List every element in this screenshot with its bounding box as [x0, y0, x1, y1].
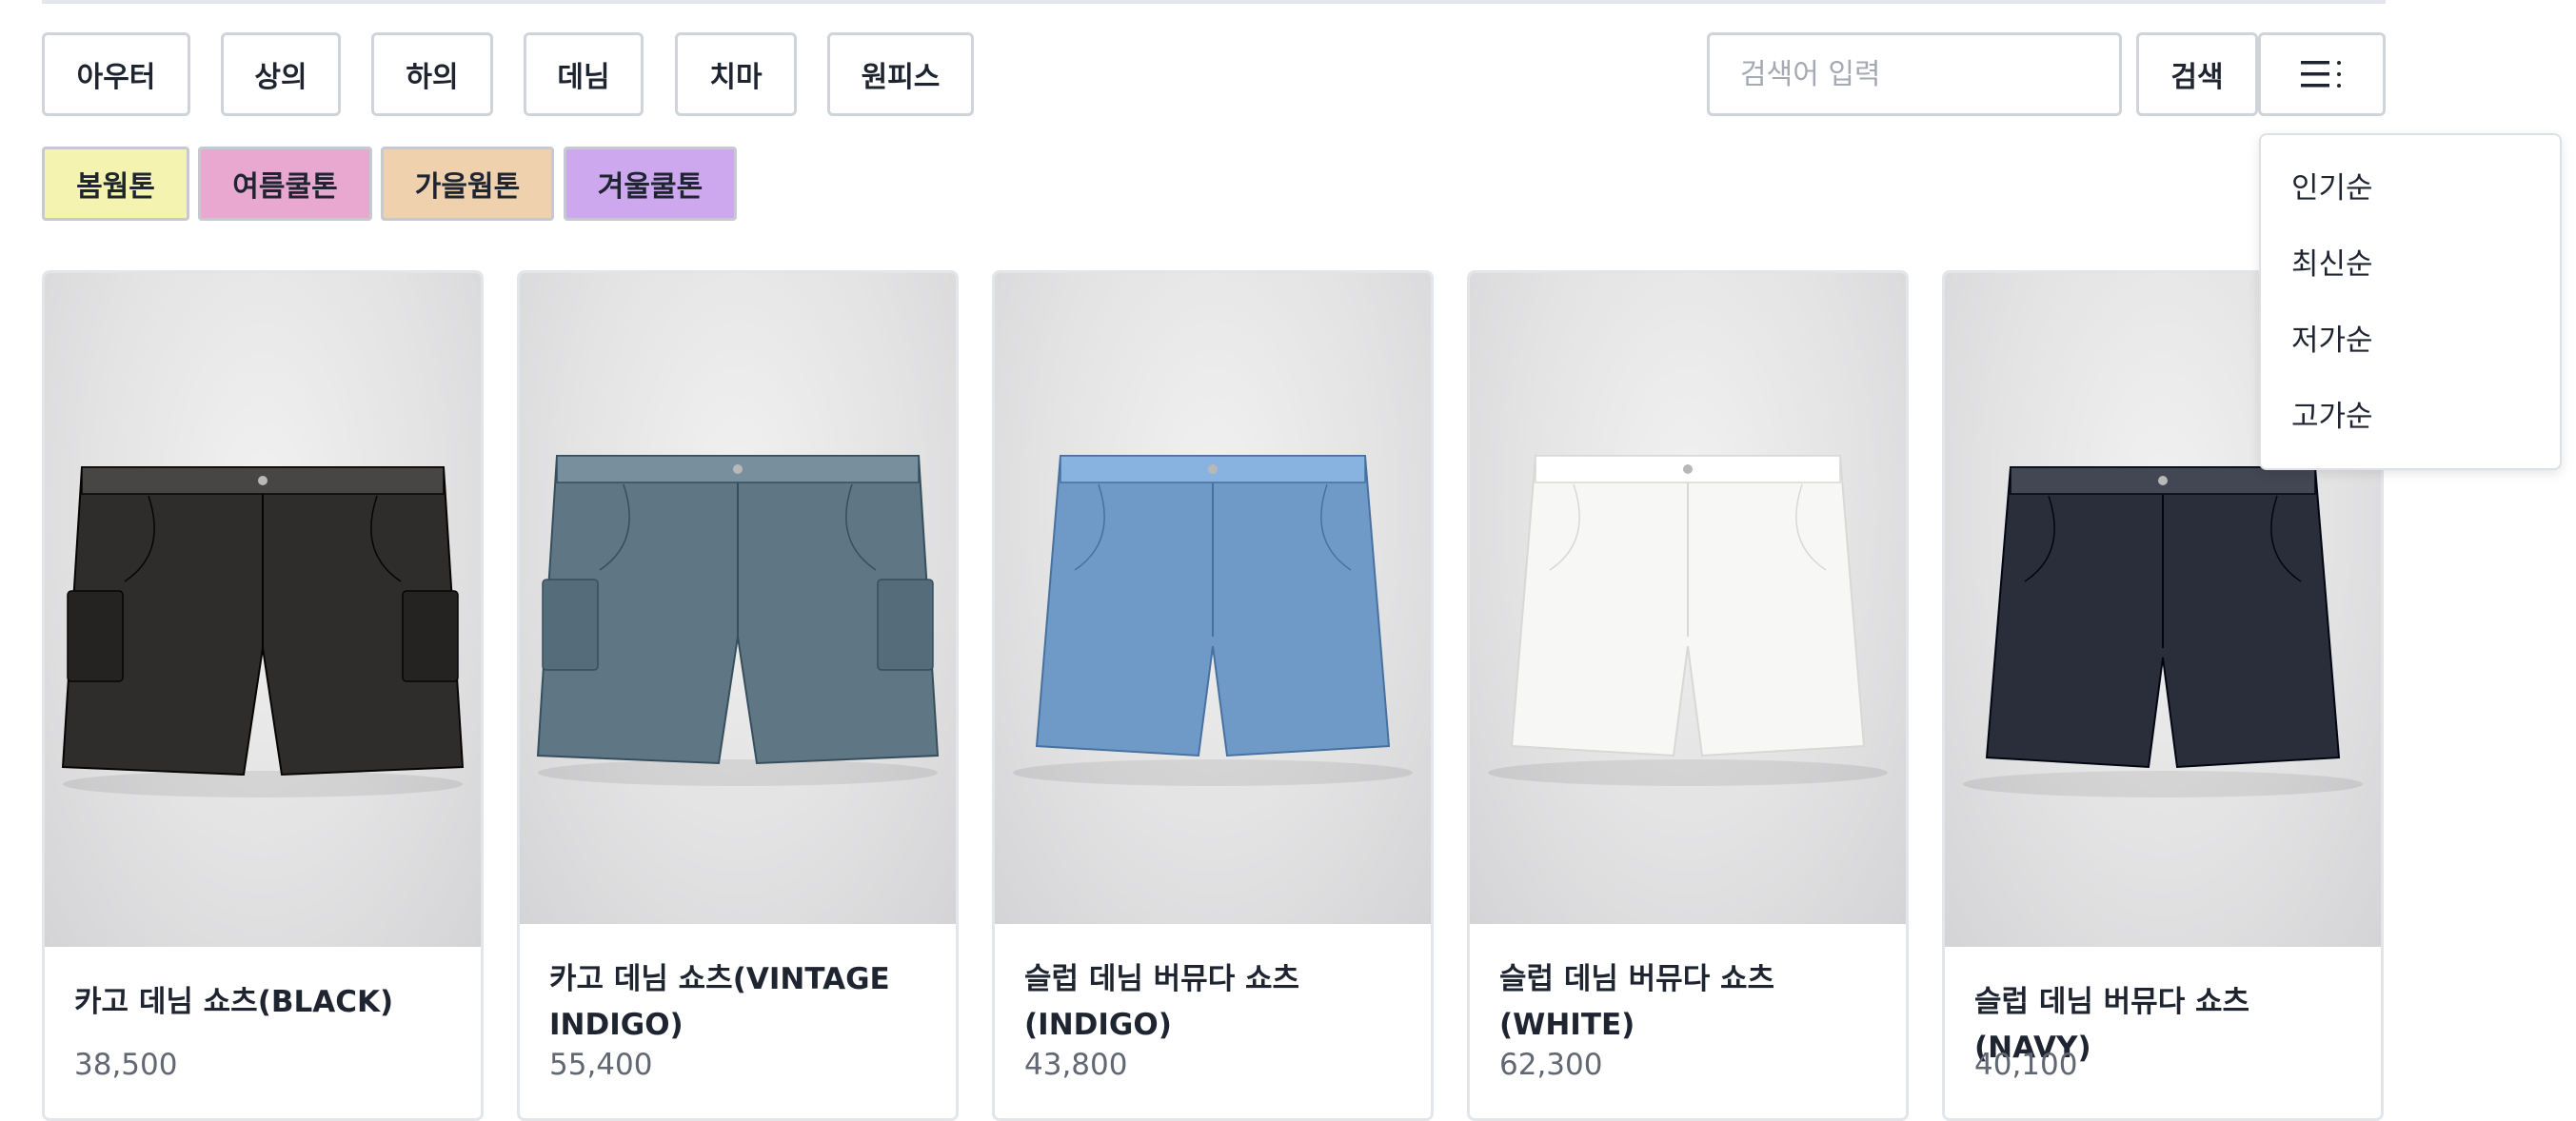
search-button[interactable]: 검색	[2136, 32, 2258, 116]
shorts-illustration	[536, 455, 940, 786]
category-outer-button[interactable]: 아우터	[42, 32, 190, 116]
sort-option-high-price[interactable]: 고가순	[2291, 392, 2373, 435]
product-card[interactable]: 슬럽 데님 버뮤다 쇼츠(WHITE) 62,300	[1467, 270, 1909, 1121]
search-input[interactable]	[1707, 32, 2122, 116]
category-top-button[interactable]: 상의	[221, 32, 341, 116]
product-name: 카고 데님 쇼츠(BLACK)	[74, 985, 394, 1019]
tone-spring-warm-chip[interactable]: 봄웜톤	[42, 147, 189, 221]
product-price: 62,300	[1499, 1048, 1603, 1082]
sort-menu-button[interactable]	[2258, 32, 2386, 116]
product-image	[1470, 273, 1906, 924]
product-name: 슬럽 데님 버뮤다 쇼츠(INDIGO)	[1024, 962, 1300, 1042]
product-price: 55,400	[549, 1048, 653, 1082]
product-image	[45, 273, 481, 947]
sort-dropdown: 인기순 최신순 저가순 고가순	[2259, 133, 2562, 470]
shorts-illustration	[1013, 455, 1413, 786]
tone-summer-cool-chip[interactable]: 여름쿨톤	[198, 147, 372, 221]
sort-option-popular[interactable]: 인기순	[2291, 164, 2373, 206]
top-divider	[42, 0, 2386, 4]
shorts-illustration	[1488, 455, 1888, 786]
shorts-illustration	[61, 466, 465, 797]
product-card[interactable]: 카고 데님 쇼츠(VINTAGE INDIGO) 55,400	[517, 270, 959, 1121]
tone-winter-cool-chip[interactable]: 겨울쿨톤	[564, 147, 737, 221]
category-denim-button[interactable]: 데님	[524, 32, 644, 116]
product-price: 40,100	[1974, 1048, 2078, 1082]
product-image	[520, 273, 956, 924]
category-bottom-button[interactable]: 하의	[371, 32, 493, 116]
product-price: 43,800	[1024, 1048, 1128, 1082]
menu-sort-icon	[2301, 61, 2341, 88]
product-card[interactable]: 카고 데님 쇼츠(BLACK) 38,500	[42, 270, 484, 1121]
sort-option-newest[interactable]: 최신순	[2291, 240, 2373, 283]
product-image	[995, 273, 1431, 924]
product-price: 38,500	[74, 1048, 178, 1082]
product-name: 카고 데님 쇼츠(VINTAGE INDIGO)	[549, 962, 890, 1042]
tone-autumn-warm-chip[interactable]: 가을웜톤	[381, 147, 554, 221]
product-name: 슬럽 데님 버뮤다 쇼츠(WHITE)	[1499, 962, 1775, 1042]
category-skirt-button[interactable]: 치마	[675, 32, 797, 116]
sort-option-low-price[interactable]: 저가순	[2291, 316, 2373, 359]
product-card[interactable]: 슬럽 데님 버뮤다 쇼츠(INDIGO) 43,800	[992, 270, 1434, 1121]
category-dress-button[interactable]: 원피스	[827, 32, 974, 116]
